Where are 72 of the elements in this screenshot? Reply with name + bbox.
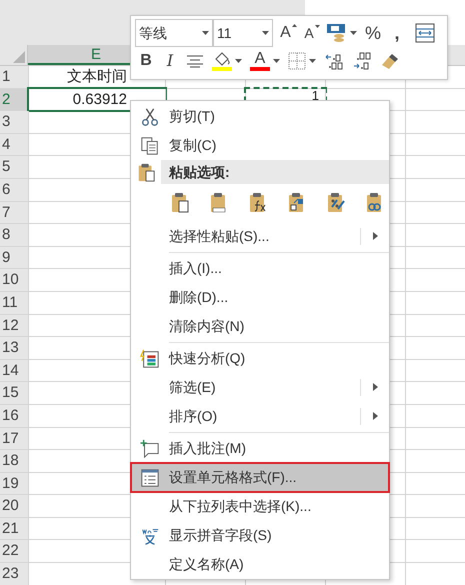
row-header[interactable]: 5 [0,156,28,178]
row-header[interactable]: 15 [0,382,28,404]
table-cell[interactable]: 1 [246,88,325,110]
row-header[interactable]: 20 [0,495,28,517]
row-header[interactable]: 19 [0,472,28,494]
caret-up-icon [292,24,297,27]
copy-icon [140,136,160,156]
submenu-arrow-icon [373,232,378,240]
row-header[interactable]: 1 [0,66,28,88]
menu-item[interactable]: 排序(O) [131,402,389,431]
percent-button[interactable]: % [363,20,383,46]
paste-icon[interactable] [169,191,191,215]
borders-icon[interactable] [288,52,306,70]
shrink-font-button[interactable]: A [303,20,315,46]
scissors-icon [140,106,160,126]
submenu-arrow-icon [373,412,378,420]
row-header[interactable]: 23 [0,563,28,585]
comma-button[interactable]: , [389,20,405,46]
row-header[interactable]: 21 [0,518,28,540]
row-header[interactable]: 6 [0,178,28,201]
menu-item[interactable]: 设置单元格格式(F)... [131,463,389,492]
row-header[interactable]: 3 [0,111,28,133]
row-header[interactable]: 4 [0,134,28,156]
menu-item[interactable]: 筛选(E) [131,373,389,402]
row-header[interactable]: 22 [0,540,28,562]
menu-item[interactable]: 插入(I)... [131,254,389,283]
format-cells-icon [140,468,160,488]
menu-item[interactable]: 插入批注(M) [131,434,389,463]
row-header[interactable]: 16 [0,404,28,426]
wrap-text-icon[interactable] [415,23,435,43]
menu-item[interactable]: 删除(D)... [131,283,389,312]
clipboard-icon [136,162,156,182]
decrease-decimal-icon[interactable] [352,51,372,71]
align-center-icon[interactable] [186,54,204,68]
row-header[interactable]: 13 [0,337,28,359]
font-color-button[interactable]: A [250,51,270,71]
font-name-field[interactable]: 等线 [135,19,213,47]
row-header[interactable]: 17 [0,428,28,450]
caret-icon[interactable] [350,31,357,35]
menu-item[interactable]: 选择性粘贴(S)... [131,222,389,251]
row-header[interactable]: 8 [0,224,28,246]
row-header[interactable]: 12 [0,314,28,336]
row-header[interactable]: 7 [0,202,28,224]
quick-analysis-icon [140,348,160,368]
menu-item[interactable]: 显示拼音字段(S) [131,521,389,550]
caret-icon[interactable] [202,31,209,35]
caret-icon[interactable] [262,31,269,35]
format-painter-icon[interactable] [380,52,400,70]
caret-icon[interactable] [309,59,316,63]
caret-icon[interactable] [235,59,242,63]
menu-item[interactable]: 清除内容(N) [131,312,389,341]
menu-item[interactable]: 定义名称(A) [131,550,389,579]
row-header[interactable]: 10 [0,269,28,291]
row-header[interactable]: 2 [0,88,28,110]
row-header[interactable]: 14 [0,360,28,382]
grow-font-button[interactable]: A [279,20,292,46]
row-header[interactable]: 18 [0,450,28,472]
caret-icon[interactable] [273,59,280,63]
fill-color-icon[interactable] [212,52,232,70]
italic-button[interactable]: I [162,48,178,74]
accounting-format-icon[interactable] [326,22,348,44]
paste-formatting-icon[interactable] [325,191,347,215]
menu-item[interactable]: 复制(C) [131,131,389,160]
row-header[interactable]: 9 [0,246,28,268]
caret-down-icon [315,25,320,28]
paste-options-header: 粘贴选项: [161,160,389,184]
comment-icon [140,438,160,458]
menu-item[interactable]: 快速分析(Q) [131,344,389,373]
row-header[interactable]: 11 [0,292,28,314]
menu-item[interactable]: 从下拉列表中选择(K)... [131,492,389,521]
submenu-arrow-icon [373,383,378,391]
font-size-field[interactable]: 11 [213,19,273,47]
